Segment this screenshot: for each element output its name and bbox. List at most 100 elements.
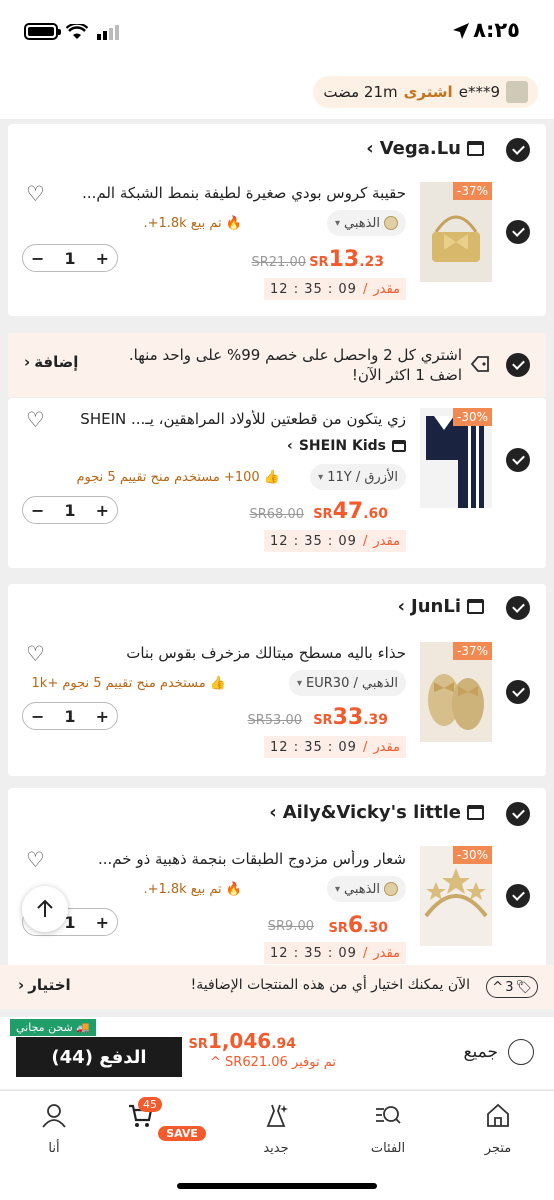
- nav-store[interactable]: متجر: [458, 1101, 538, 1156]
- sub-store-header[interactable]: SHEIN Kids ›: [287, 438, 406, 454]
- quantity-value: 1: [64, 500, 76, 520]
- quantity-stepper[interactable]: − 1 +: [22, 702, 118, 730]
- chevron-left-icon: ‹: [24, 353, 31, 371]
- nav-cart[interactable]: 45 SAVE: [126, 1097, 206, 1141]
- product-title[interactable]: حقيبة كروس بودي صغيرة لطيفة بنمط الشبكة …: [50, 184, 406, 202]
- wishlist-heart-icon[interactable]: ♡: [26, 408, 45, 432]
- checkout-button[interactable]: الدفع (44): [16, 1037, 182, 1077]
- thumbs-up-icon: 👍: [263, 470, 280, 485]
- select-all-radio[interactable]: [508, 1039, 534, 1065]
- wishlist-heart-icon[interactable]: ♡: [26, 848, 45, 872]
- variant-selector[interactable]: الذهبي ▾: [326, 876, 406, 902]
- free-shipping-badge: 🚚 شحن مجاني: [10, 1019, 96, 1036]
- nav-new[interactable]: جديد: [236, 1101, 316, 1156]
- price-currency: SR: [309, 255, 329, 270]
- chevron-up-icon: ^: [492, 979, 504, 995]
- chevron-down-icon: ▾: [334, 883, 340, 895]
- signal-icon: [97, 24, 119, 40]
- nav-new-label: جديد: [263, 1141, 289, 1156]
- product-title[interactable]: شعار ورأس مزدوج الطبقات بنجمة ذهبية ذو خ…: [50, 850, 406, 868]
- nav-me[interactable]: أنا: [14, 1101, 94, 1156]
- item-select-checkbox[interactable]: [506, 680, 530, 704]
- flame-icon: 🔥: [225, 216, 242, 231]
- wishlist-heart-icon[interactable]: ♡: [26, 182, 45, 206]
- select-all[interactable]: جميع: [463, 1039, 534, 1065]
- store-header[interactable]: Aily&Vicky's little ›: [269, 802, 484, 823]
- variant-label: الذهبي / EUR30: [306, 675, 398, 691]
- plus-button[interactable]: +: [96, 913, 109, 932]
- rating-note: 👍 100+ مستخدم منح تقييم 5 نجوم: [77, 470, 281, 485]
- minus-button[interactable]: −: [31, 249, 44, 268]
- product-image[interactable]: -30%: [420, 846, 492, 946]
- free-shipping-label: شحن مجاني: [16, 1021, 73, 1034]
- rating-text: 100+ مستخدم منح تقييم 5 نجوم: [76, 470, 260, 485]
- rating-text: مستخدم منح تقييم 5 نجوم +1k: [31, 676, 206, 691]
- addon-count: 3: [505, 979, 514, 995]
- wishlist-heart-icon[interactable]: ♡: [26, 642, 45, 666]
- total-int: 1,046: [207, 1029, 272, 1053]
- product-title[interactable]: حذاء باليه مسطح ميتالك مزخرف بقوس بنات: [50, 644, 406, 662]
- product-image[interactable]: -30%: [420, 408, 492, 508]
- minus-button[interactable]: −: [31, 707, 44, 726]
- variant-selector[interactable]: الأزرق / 11Y ▾: [310, 464, 406, 490]
- battery-icon: [24, 23, 61, 40]
- cart-store-card-1: Vega.Lu › -37% حقيبة كروس بودي صغيرة لطي…: [8, 124, 546, 316]
- total-dec: .94: [271, 1036, 296, 1052]
- system-icons: [24, 23, 122, 40]
- product-image[interactable]: -37%: [420, 182, 492, 282]
- home-icon: [487, 1103, 509, 1127]
- price-currency: SR: [328, 921, 348, 936]
- purchase-ticker: e***9 اشترى 21m مضت: [313, 76, 538, 108]
- minus-button[interactable]: −: [31, 501, 44, 520]
- promo-line-1: اشتري كل 2 واحصل على خصم 99% على واحد من…: [128, 346, 462, 364]
- plus-button[interactable]: +: [96, 707, 109, 726]
- add-more-link[interactable]: إضافة ‹: [24, 353, 78, 371]
- clock: ٨:٢٥: [473, 18, 520, 42]
- store-header[interactable]: Vega.Lu ›: [366, 138, 484, 159]
- store-select-checkbox[interactable]: [506, 802, 530, 826]
- product-title[interactable]: زي يتكون من قطعتين للأولاد المراهقين، يـ…: [50, 410, 406, 428]
- timer-label: مقدر: [373, 533, 400, 549]
- item-select-checkbox[interactable]: [506, 220, 530, 244]
- countdown-timer: مقدر/12 : 35 : 09: [264, 736, 406, 758]
- arrow-up-icon: [37, 899, 53, 917]
- total-currency: SR: [188, 1037, 208, 1052]
- store-icon: [467, 141, 484, 156]
- store-header[interactable]: JunLi ›: [398, 596, 484, 617]
- price-int: 13: [328, 247, 360, 272]
- price: SR 13.23: [309, 247, 384, 272]
- product-image[interactable]: -37%: [420, 642, 492, 742]
- price-dec: .23: [359, 254, 384, 270]
- timer-label: مقدر: [373, 281, 400, 297]
- quantity-stepper[interactable]: − 1 +: [22, 244, 118, 272]
- store-icon: [467, 599, 484, 614]
- nav-categories[interactable]: الفئات: [348, 1101, 428, 1156]
- store-select-checkbox[interactable]: [506, 596, 530, 620]
- plus-button[interactable]: +: [96, 501, 109, 520]
- choose-link[interactable]: اختيار ‹: [18, 976, 71, 994]
- location-arrow-icon: [453, 23, 469, 39]
- variant-label: الذهبي: [343, 215, 380, 231]
- cart-save-badge: SAVE: [158, 1126, 206, 1141]
- item-select-checkbox[interactable]: [506, 448, 530, 472]
- nav-me-label: أنا: [48, 1141, 60, 1156]
- original-price: SR9.00: [267, 919, 314, 934]
- promo-text: اشتري كل 2 واحصل على خصم 99% على واحد من…: [129, 345, 462, 385]
- item-select-checkbox[interactable]: [506, 884, 530, 908]
- countdown-timer: مقدر/12 : 35 : 09: [264, 530, 406, 552]
- original-price: SR21.00: [251, 255, 306, 270]
- savings[interactable]: تم توفير SR621.06 ^: [210, 1055, 336, 1070]
- categories-search-icon: [376, 1106, 401, 1124]
- countdown-timer: مقدر/12 : 35 : 09: [264, 942, 406, 964]
- color-swatch: [384, 882, 398, 896]
- store-select-checkbox[interactable]: [506, 138, 530, 162]
- discount-badge: -37%: [452, 182, 492, 200]
- promo-select-checkbox[interactable]: [506, 353, 530, 377]
- promo-line-2: اضف 1 اكثر الآن!: [351, 366, 462, 384]
- scroll-top-button[interactable]: [22, 886, 68, 932]
- variant-selector[interactable]: الذهبي / EUR30 ▾: [289, 670, 406, 696]
- plus-button[interactable]: +: [96, 249, 109, 268]
- price: SR 6.30: [329, 913, 389, 938]
- quantity-stepper[interactable]: − 1 +: [22, 496, 118, 524]
- variant-selector[interactable]: الذهبي ▾: [326, 210, 406, 236]
